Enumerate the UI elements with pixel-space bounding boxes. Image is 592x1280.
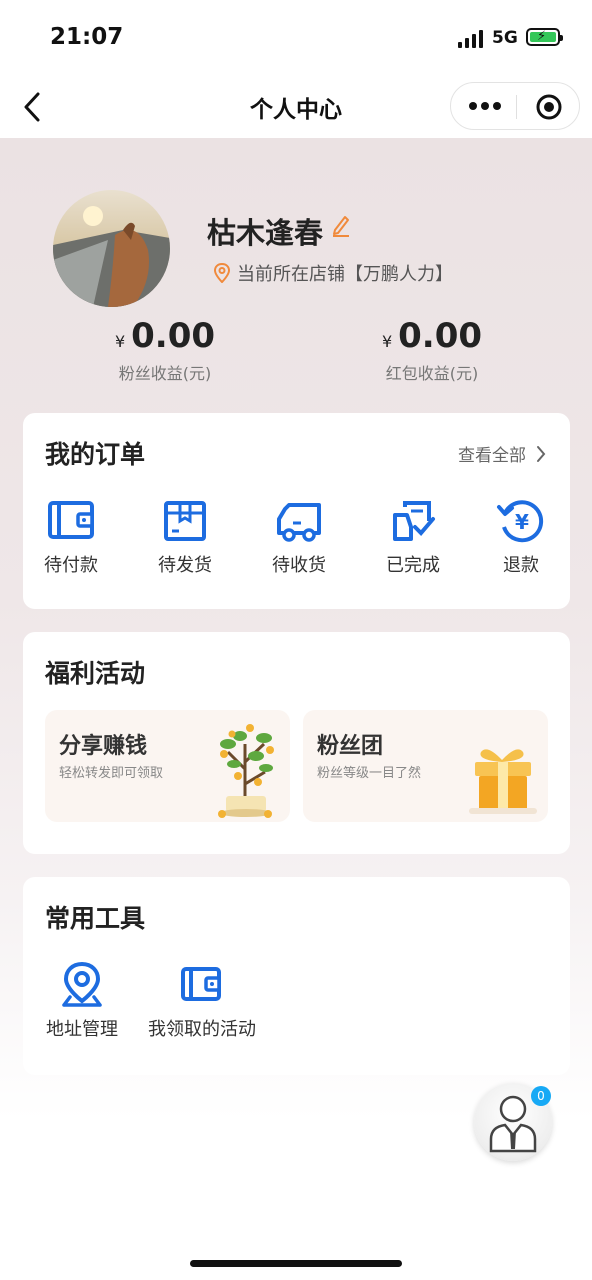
chevron-right-icon: [537, 445, 546, 462]
share-earn-card[interactable]: 分享赚钱 轻松转发即可领取: [45, 710, 290, 822]
location-icon: [58, 961, 106, 1009]
gift-box-icon: [467, 744, 537, 820]
orders-card: 我的订单 查看全部 待付款 待发货 待收货 已完成 ¥ 退款: [23, 413, 570, 609]
promo-title: 粉丝团: [317, 734, 384, 759]
mini-program-capsule: [450, 82, 580, 130]
status-bar: 21:07 5G ⚡: [0, 0, 592, 76]
order-item-label: 待收货: [272, 555, 326, 576]
order-item-label: 已完成: [386, 555, 440, 576]
red-packet-earnings[interactable]: ¥0.00 红包收益(元): [332, 316, 532, 384]
truck-icon: [273, 497, 325, 545]
avatar[interactable]: [53, 190, 170, 307]
refund-icon: ¥: [495, 497, 547, 545]
order-pending-shipment[interactable]: 待发货: [137, 497, 233, 577]
promo-subtitle: 粉丝等级一目了然: [317, 766, 422, 781]
home-indicator[interactable]: [190, 1260, 402, 1267]
tools-title: 常用工具: [45, 904, 146, 933]
order-pending-receipt[interactable]: 待收货: [251, 497, 347, 577]
status-time: 21:07: [50, 24, 124, 50]
capsule-divider: [516, 95, 517, 119]
red-packet-earnings-amount: 0.00: [398, 316, 483, 356]
more-icon[interactable]: [467, 93, 503, 119]
battery-charging-icon: ⚡: [526, 28, 563, 46]
current-store: 当前所在店铺【万鹏人力】: [213, 260, 453, 286]
promo-title: 分享赚钱: [59, 734, 148, 759]
fans-earnings-amount: 0.00: [131, 316, 216, 356]
red-packet-earnings-label: 红包收益(元): [385, 364, 479, 383]
my-claimed-activities[interactable]: 我领取的活动: [141, 961, 263, 1041]
view-all-label: 查看全部: [458, 446, 526, 466]
edit-icon[interactable]: [330, 212, 352, 238]
package-icon: [159, 497, 211, 545]
currency-symbol: ¥: [381, 332, 393, 351]
service-badge: 0: [531, 1086, 551, 1106]
order-item-label: 待发货: [158, 555, 212, 576]
address-management[interactable]: 地址管理: [37, 961, 127, 1041]
network-label: 5G: [492, 28, 518, 48]
order-item-label: 退款: [503, 555, 539, 576]
money-tree-icon: [210, 714, 280, 822]
order-pending-payment[interactable]: 待付款: [23, 497, 119, 577]
view-all-orders-link[interactable]: 查看全部: [458, 441, 546, 466]
navigation-bar: 个人中心: [0, 76, 592, 138]
wallet-icon: [178, 961, 226, 1009]
fans-earnings[interactable]: ¥0.00 粉丝收益(元): [65, 316, 265, 384]
user-name: 枯木逢春: [207, 216, 324, 250]
fan-club-card[interactable]: 粉丝团 粉丝等级一目了然: [303, 710, 548, 822]
store-text: 当前所在店铺【万鹏人力】: [237, 264, 453, 285]
order-completed[interactable]: 已完成: [365, 497, 461, 577]
tool-label: 地址管理: [46, 1019, 118, 1040]
welfare-card: 福利活动 分享赚钱 轻松转发即可领取 粉丝团 粉丝等级一目了然: [23, 632, 570, 854]
welfare-title: 福利活动: [45, 659, 146, 688]
tools-card: 常用工具 地址管理 我领取的活动: [23, 877, 570, 1075]
fans-earnings-label: 粉丝收益(元): [118, 364, 212, 383]
completed-icon: [387, 497, 439, 545]
promo-subtitle: 轻松转发即可领取: [59, 766, 164, 781]
currency-symbol: ¥: [114, 332, 126, 351]
order-item-label: 待付款: [44, 555, 98, 576]
profile-section: 枯木逢春 当前所在店铺【万鹏人力】 ¥0.00 粉丝收益(元) ¥0.00 红包…: [0, 138, 592, 408]
signal-icon: [458, 30, 486, 48]
orders-title: 我的订单: [45, 440, 146, 469]
target-icon[interactable]: [535, 93, 563, 121]
location-pin-icon: [213, 263, 231, 283]
wallet-icon: [45, 497, 97, 545]
order-refund[interactable]: ¥ 退款: [473, 497, 569, 577]
svg-text:¥: ¥: [515, 510, 529, 534]
tool-label: 我领取的活动: [148, 1019, 256, 1040]
